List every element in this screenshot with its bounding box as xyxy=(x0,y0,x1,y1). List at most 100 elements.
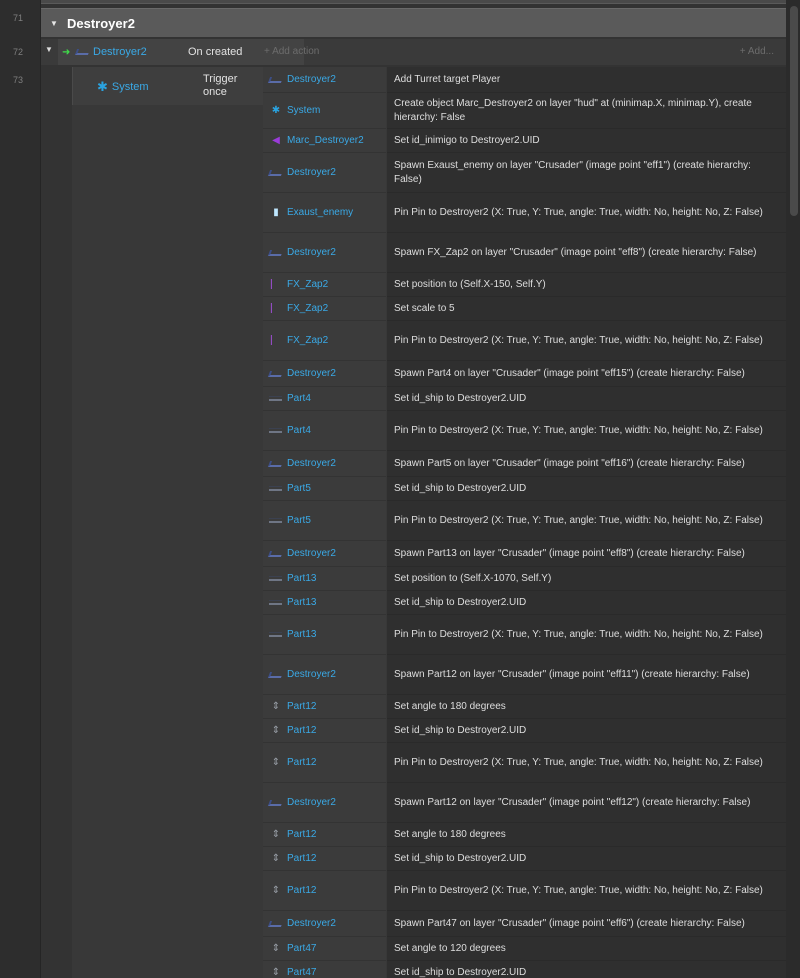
action-text[interactable]: Pin Pin to Destroyer2 (X: True, Y: True,… xyxy=(387,321,786,361)
action-object[interactable]: Destroyer2 xyxy=(263,153,386,193)
action-text[interactable]: Pin Pin to Destroyer2 (X: True, Y: True,… xyxy=(387,743,786,783)
action-row[interactable]: ⎸ FX_Zap2 Set position to (Self.X-150, Sel… xyxy=(263,273,786,297)
action-object[interactable]: Part13 xyxy=(263,591,386,615)
action-object[interactable]: Part13 xyxy=(263,567,386,591)
action-object[interactable]: Destroyer2 xyxy=(263,233,386,273)
action-row[interactable]: ⇕ Part12 Pin Pin to Destroyer2 (X: True, Y… xyxy=(263,743,786,783)
action-text[interactable]: Set id_ship to Destroyer2.UID xyxy=(387,719,786,743)
action-row[interactable]: Destroyer2 Spawn FX_Zap2 on layer "Crusad… xyxy=(263,233,786,273)
action-object[interactable]: Destroyer2 xyxy=(263,451,386,477)
action-object[interactable]: Destroyer2 xyxy=(263,783,386,823)
action-object[interactable]: ⇕ Part12 xyxy=(263,847,386,871)
action-object[interactable]: ⇕ Part12 xyxy=(263,743,386,783)
action-row[interactable]: ⇕ Part12 Set angle to 180 degrees xyxy=(263,695,786,719)
action-row[interactable]: Part13 Pin Pin to Destroyer2 (X: True, Y:… xyxy=(263,615,786,655)
action-row[interactable]: Part13 Set position to (Self.X-1070, Self… xyxy=(263,567,786,591)
action-row[interactable]: Part5 Set id_ship to Destroyer2.UID xyxy=(263,477,786,501)
action-text[interactable]: Set id_ship to Destroyer2.UID xyxy=(387,591,786,615)
action-row[interactable]: Destroyer2 Spawn Part12 on layer "Crusade… xyxy=(263,655,786,695)
action-text[interactable]: Add Turret target Player xyxy=(387,67,786,93)
action-object[interactable]: ⇕ Part12 xyxy=(263,695,386,719)
action-text[interactable]: Pin Pin to Destroyer2 (X: True, Y: True,… xyxy=(387,871,786,911)
add-action-button[interactable]: + Add action xyxy=(264,39,319,65)
action-text[interactable]: Pin Pin to Destroyer2 (X: True, Y: True,… xyxy=(387,501,786,541)
action-text[interactable]: Spawn Part13 on layer "Crusader" (image … xyxy=(387,541,786,567)
action-row[interactable]: Part4 Set id_ship to Destroyer2.UID xyxy=(263,387,786,411)
action-object[interactable]: ⇕ Part12 xyxy=(263,823,386,847)
action-row[interactable]: Destroyer2 Spawn Exaust_enemy on layer "C… xyxy=(263,153,786,193)
action-object[interactable]: Part13 xyxy=(263,615,386,655)
action-object[interactable]: ▮ Exaust_enemy xyxy=(263,193,386,233)
action-text[interactable]: Set angle to 180 degrees xyxy=(387,695,786,719)
action-text[interactable]: Spawn Part5 on layer "Crusader" (image p… xyxy=(387,451,786,477)
action-object[interactable]: Destroyer2 xyxy=(263,67,386,93)
action-object[interactable]: ⇕ Part47 xyxy=(263,961,386,978)
action-text[interactable]: Spawn Exaust_enemy on layer "Crusader" (… xyxy=(387,153,786,193)
action-row[interactable]: ◀ Marc_Destroyer2 Set id_inimigo to Destro… xyxy=(263,129,786,153)
collapse-triangle-icon[interactable]: ▼ xyxy=(43,45,55,54)
action-row[interactable]: Part13 Set id_ship to Destroyer2.UID xyxy=(263,591,786,615)
action-object[interactable]: ◀ Marc_Destroyer2 xyxy=(263,129,386,153)
action-row[interactable]: ⇕ Part47 Set id_ship to Destroyer2.UID xyxy=(263,961,786,978)
action-row[interactable]: Destroyer2 Add Turret target Player xyxy=(263,67,786,93)
action-row[interactable]: ⇕ Part12 Set id_ship to Destroyer2.UID xyxy=(263,847,786,871)
action-object[interactable]: Destroyer2 xyxy=(263,361,386,387)
action-row[interactable]: ✱ System Create object Marc_Destroyer2 on … xyxy=(263,93,786,129)
action-text[interactable]: Spawn Part12 on layer "Crusader" (image … xyxy=(387,655,786,695)
action-text[interactable]: Spawn FX_Zap2 on layer "Crusader" (image… xyxy=(387,233,786,273)
action-text[interactable]: Set scale to 5 xyxy=(387,297,786,321)
action-object[interactable]: ⎸ FX_Zap2 xyxy=(263,297,386,321)
event-row[interactable]: ▼ ➜ Destroyer2 On created + Add action +… xyxy=(41,39,786,65)
action-text[interactable]: Spawn Part47 on layer "Crusader" (image … xyxy=(387,911,786,937)
action-object[interactable]: Part4 xyxy=(263,387,386,411)
collapse-triangle-icon[interactable]: ▼ xyxy=(43,19,65,28)
action-row[interactable]: ⇕ Part12 Set angle to 180 degrees xyxy=(263,823,786,847)
action-row[interactable]: ⎸ FX_Zap2 Set scale to 5 xyxy=(263,297,786,321)
action-text[interactable]: Set id_ship to Destroyer2.UID xyxy=(387,961,786,978)
action-text[interactable]: Set id_ship to Destroyer2.UID xyxy=(387,847,786,871)
action-row[interactable]: ▮ Exaust_enemy Pin Pin to Destroyer2 (X: T… xyxy=(263,193,786,233)
action-object[interactable]: Part4 xyxy=(263,411,386,451)
action-text[interactable]: Pin Pin to Destroyer2 (X: True, Y: True,… xyxy=(387,193,786,233)
action-text[interactable]: Pin Pin to Destroyer2 (X: True, Y: True,… xyxy=(387,411,786,451)
action-row[interactable]: ⇕ Part47 Set angle to 120 degrees xyxy=(263,937,786,961)
action-object[interactable]: Part5 xyxy=(263,477,386,501)
action-row[interactable]: Destroyer2 Spawn Part12 on layer "Crusade… xyxy=(263,783,786,823)
action-row[interactable]: ⇕ Part12 Set id_ship to Destroyer2.UID xyxy=(263,719,786,743)
add-more-button[interactable]: + Add... xyxy=(740,39,774,65)
action-text[interactable]: Set angle to 180 degrees xyxy=(387,823,786,847)
action-row[interactable]: ⎸ FX_Zap2 Pin Pin to Destroyer2 (X: True, … xyxy=(263,321,786,361)
action-text[interactable]: Set id_ship to Destroyer2.UID xyxy=(387,477,786,501)
action-text[interactable]: Set id_inimigo to Destroyer2.UID xyxy=(387,129,786,153)
action-row[interactable]: Part5 Pin Pin to Destroyer2 (X: True, Y: … xyxy=(263,501,786,541)
action-row[interactable]: Part4 Pin Pin to Destroyer2 (X: True, Y: … xyxy=(263,411,786,451)
action-object[interactable]: ⎸ FX_Zap2 xyxy=(263,321,386,361)
action-text[interactable]: Pin Pin to Destroyer2 (X: True, Y: True,… xyxy=(387,615,786,655)
action-row[interactable]: Destroyer2 Spawn Part5 on layer "Crusader… xyxy=(263,451,786,477)
action-row[interactable]: Destroyer2 Spawn Part47 on layer "Crusade… xyxy=(263,911,786,937)
action-object[interactable]: Destroyer2 xyxy=(263,911,386,937)
action-text[interactable]: Set angle to 120 degrees xyxy=(387,937,786,961)
vertical-scrollbar[interactable] xyxy=(786,0,800,978)
action-text[interactable]: Spawn Part12 on layer "Crusader" (image … xyxy=(387,783,786,823)
action-text[interactable]: Spawn Part4 on layer "Crusader" (image p… xyxy=(387,361,786,387)
action-object[interactable]: ⇕ Part12 xyxy=(263,871,386,911)
action-object[interactable]: ⇕ Part47 xyxy=(263,937,386,961)
action-row[interactable]: ⇕ Part12 Pin Pin to Destroyer2 (X: True, Y… xyxy=(263,871,786,911)
action-text[interactable]: Set position to (Self.X-150, Self.Y) xyxy=(387,273,786,297)
action-text[interactable]: Set position to (Self.X-1070, Self.Y) xyxy=(387,567,786,591)
action-object[interactable]: Destroyer2 xyxy=(263,541,386,567)
action-row[interactable]: Destroyer2 Spawn Part13 on layer "Crusade… xyxy=(263,541,786,567)
action-object[interactable]: Destroyer2 xyxy=(263,655,386,695)
action-object[interactable]: ⇕ Part12 xyxy=(263,719,386,743)
action-text[interactable]: Set id_ship to Destroyer2.UID xyxy=(387,387,786,411)
sub-event-condition[interactable]: ✱ System Trigger once xyxy=(72,67,263,105)
ship-icon xyxy=(267,671,284,678)
action-object[interactable]: Part5 xyxy=(263,501,386,541)
action-object[interactable]: ✱ System xyxy=(263,93,386,129)
action-object[interactable]: ⎸ FX_Zap2 xyxy=(263,273,386,297)
action-row[interactable]: Destroyer2 Spawn Part4 on layer "Crusader… xyxy=(263,361,786,387)
scrollbar-thumb[interactable] xyxy=(790,6,798,216)
event-group-header[interactable]: ▼ Destroyer2 xyxy=(41,8,786,37)
action-text[interactable]: Create object Marc_Destroyer2 on layer "… xyxy=(387,93,786,129)
